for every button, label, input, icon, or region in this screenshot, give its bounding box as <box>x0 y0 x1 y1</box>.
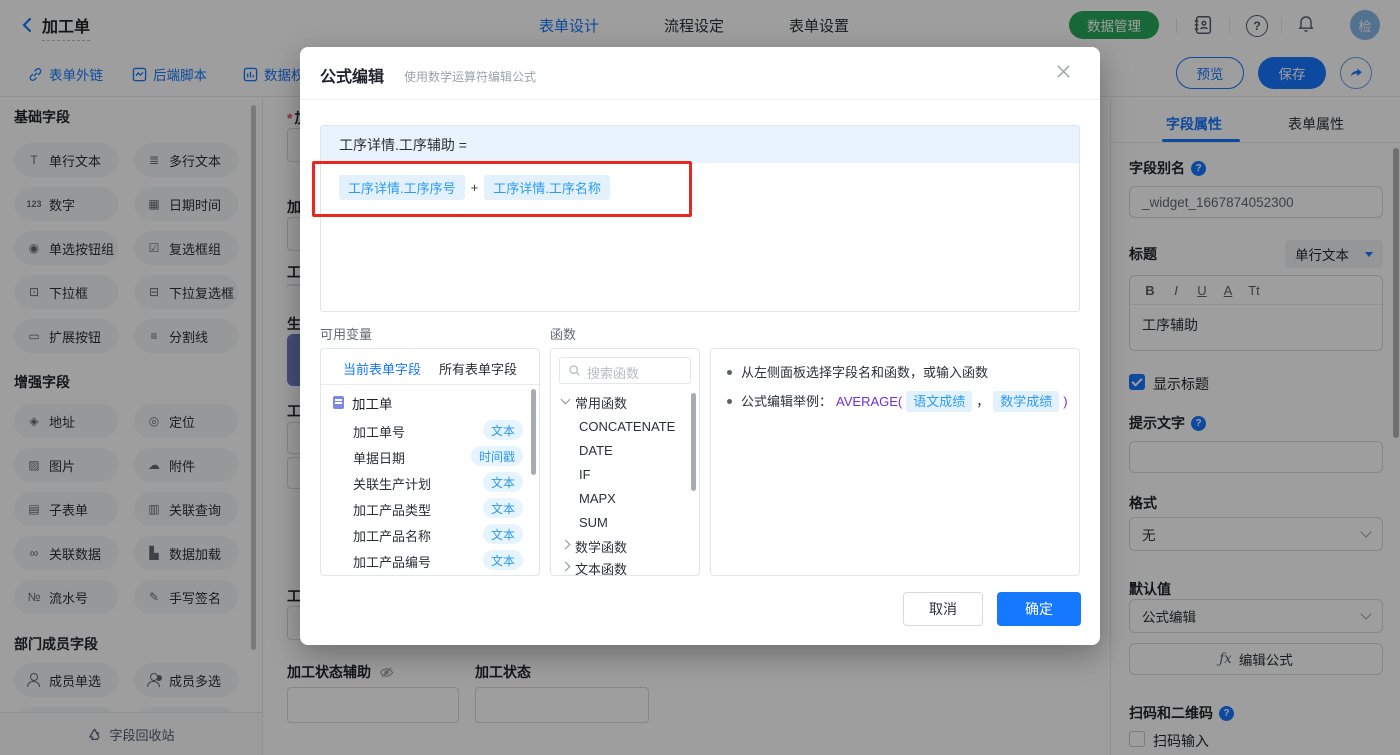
type-badge: 时间戳 <box>470 446 523 466</box>
chevron-right-icon <box>560 561 571 572</box>
modal-subtitle: 使用数学运算符编辑公式 <box>404 70 537 84</box>
operator: + <box>470 180 479 195</box>
tab-all-form-fields[interactable]: 所有表单字段 <box>439 359 517 378</box>
search-icon <box>569 365 580 376</box>
tip-example-line: 公式编辑举例： AVERAGE(语文成绩，数学成绩) <box>727 391 1068 412</box>
type-badge: 文本 <box>482 472 523 492</box>
formula-editor[interactable]: 工序详情.工序辅助 = 工序详情.工序序号 + 工序详情.工序名称 <box>320 125 1080 312</box>
formula-target: 工序详情.工序辅助 = <box>321 126 1079 163</box>
variable-row[interactable]: 加工产品名称 文本 <box>321 523 539 545</box>
app-window: 加工单 表单设计 流程设定 表单设置 数据管理 ? 检 表单外链 后端脚本 数据… <box>0 0 1400 755</box>
formula-token[interactable]: 工序详情.工序序号 <box>339 175 465 200</box>
variable-row[interactable]: 加工产品编号 文本 <box>321 549 539 571</box>
bullet-dot <box>727 399 732 404</box>
variables-scrollbar[interactable] <box>531 389 536 475</box>
formula-expression: 工序详情.工序序号 + 工序详情.工序名称 <box>339 175 610 200</box>
chevron-right-icon <box>560 539 571 550</box>
tip-line: 从左侧面板选择字段名和函数，或输入函数 <box>727 363 988 382</box>
close-icon[interactable] <box>1056 64 1071 82</box>
cancel-button[interactable]: 取消 <box>903 592 983 626</box>
variable-row[interactable]: 加工产品类型 文本 <box>321 497 539 519</box>
type-badge: 文本 <box>482 550 523 570</box>
formula-edit-modal: 公式编辑 使用数学运算符编辑公式 工序详情.工序辅助 = 工序详情.工序序号 +… <box>300 47 1100 645</box>
modal-title: 公式编辑 <box>320 69 385 86</box>
function-item[interactable]: IF <box>579 467 591 482</box>
function-item[interactable]: SUM <box>579 515 608 530</box>
group-text-functions[interactable]: 文本函数 <box>575 559 627 578</box>
tab-current-form-fields[interactable]: 当前表单字段 <box>343 359 421 378</box>
variables-tabs: 当前表单字段 所有表单字段 <box>321 349 539 385</box>
chevron-down-icon <box>560 394 571 405</box>
function-name: AVERAGE( <box>836 394 903 409</box>
type-badge: 文本 <box>482 498 523 518</box>
functions-label: 函数 <box>550 327 577 342</box>
functions-panel: 搜索函数 常用函数 CONCATENATE DATE IF MAPX SUM 数… <box>550 348 700 578</box>
group-math-functions[interactable]: 数学函数 <box>575 537 627 556</box>
function-item[interactable]: DATE <box>579 443 613 458</box>
variables-panel: 当前表单字段 所有表单字段 加工单 加工单号 文本 单据日期 时间戳 关联生产计划文… <box>320 348 540 576</box>
formula-token[interactable]: 工序详情.工序名称 <box>484 175 610 200</box>
type-badge: 文本 <box>482 524 523 544</box>
form-doc-icon <box>333 396 344 409</box>
confirm-button[interactable]: 确定 <box>997 592 1081 626</box>
variable-row[interactable]: 单据日期 时间戳 <box>321 445 539 467</box>
function-search-input[interactable]: 搜索函数 <box>559 357 691 384</box>
function-item[interactable]: MAPX <box>579 491 616 506</box>
functions-scrollbar[interactable] <box>691 393 696 491</box>
function-item[interactable]: CONCATENATE <box>579 419 675 434</box>
form-node[interactable]: 加工单 <box>352 393 393 413</box>
group-common-functions[interactable]: 常用函数 <box>575 393 627 412</box>
search-placeholder: 搜索函数 <box>587 366 640 381</box>
variables-label: 可用变量 <box>320 327 373 342</box>
example-token: 语文成绩 <box>906 391 973 412</box>
example-token: 数学成绩 <box>993 391 1060 412</box>
divider <box>300 99 1100 100</box>
variable-row[interactable]: 关联生产计划 文本 <box>321 471 539 493</box>
type-badge: 文本 <box>482 420 523 440</box>
tips-panel: 从左侧面板选择字段名和函数，或输入函数 公式编辑举例： AVERAGE(语文成绩，… <box>710 348 1080 576</box>
bullet-dot <box>727 370 732 375</box>
variable-row[interactable]: 加工单号 文本 <box>321 419 539 441</box>
